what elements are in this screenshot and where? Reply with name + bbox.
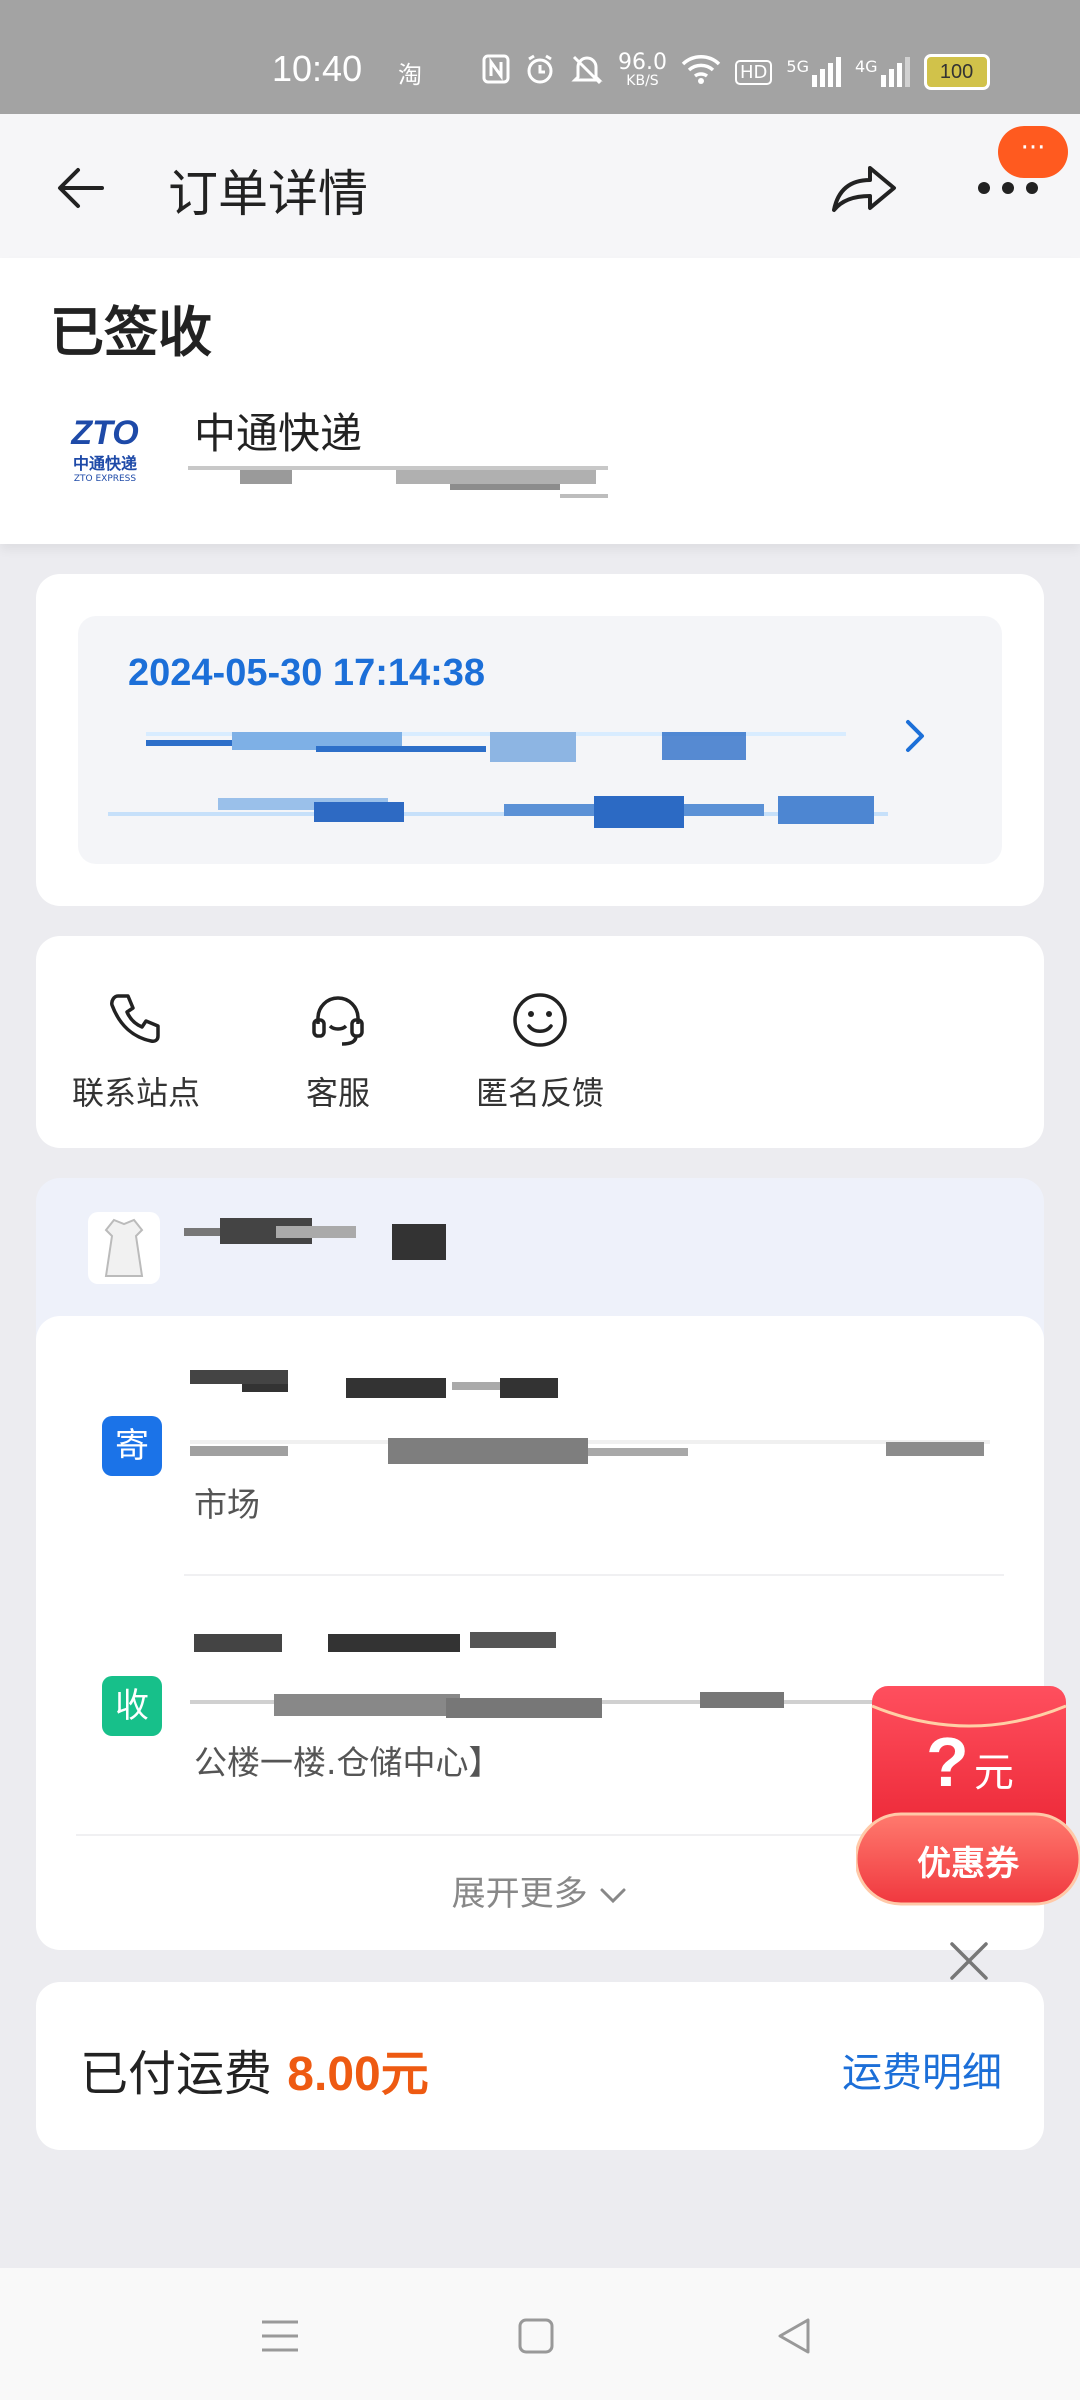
network-speed: 96.0 KB/S	[618, 50, 667, 90]
headset-icon	[312, 996, 364, 1046]
smiley-icon	[513, 993, 567, 1047]
receiver-tag: 收	[102, 1676, 162, 1736]
shipping-fee: 已付运费 8.00元	[80, 2034, 429, 2104]
delivery-status: 已签收	[50, 301, 212, 364]
chevron-down-icon	[600, 1888, 626, 1903]
sender-tag: 寄	[102, 1416, 162, 1476]
shipping-fee-amount: 8.00元	[287, 2048, 429, 2101]
phone-icon	[110, 994, 160, 1043]
customer-service-button[interactable]: 客服	[248, 990, 428, 1114]
status-bar: 10:40 淘 96.0 KB/S HD 5G 4G 100	[0, 0, 1080, 114]
share-button[interactable]	[828, 154, 900, 218]
tracking-time: 2024-05-30 17:14:38	[128, 652, 486, 694]
taobao-icon: 淘	[398, 60, 422, 89]
menu-nav-button[interactable]	[258, 2314, 302, 2358]
sender-address-tail: 市场	[194, 1485, 260, 1524]
close-icon	[950, 1942, 988, 1980]
home-nav-button[interactable]	[514, 2314, 558, 2358]
product-thumbnail	[88, 1212, 160, 1284]
carrier-logo: ZTO 中通快递 ZTO EXPRESS	[71, 414, 139, 484]
tracking-latest[interactable]: 2024-05-30 17:14:38	[78, 616, 1002, 864]
battery-icon: 100	[923, 54, 990, 90]
receiver-address-tail: 公楼一楼.仓储中心】	[194, 1743, 502, 1782]
signal-4g-icon: 4G	[855, 57, 910, 87]
fee-detail-link[interactable]: 运费明细	[842, 2040, 1002, 2098]
message-badge[interactable]: ···	[998, 126, 1068, 178]
signal-5g-icon: 5G	[786, 57, 841, 87]
status-time: 10:40	[272, 48, 363, 89]
status-icons: 淘 96.0 KB/S HD 5G 4G 100	[398, 50, 990, 94]
coupon-amount: ? 元	[926, 1723, 1014, 1801]
more-dots-icon	[978, 182, 1038, 194]
menu-icon	[262, 2320, 298, 2352]
hd-icon: HD	[734, 59, 773, 85]
nfc-icon	[482, 54, 510, 91]
alarm-icon	[524, 53, 556, 92]
tracking-detail-arrow-icon[interactable]	[898, 716, 932, 756]
coupon-close-button[interactable]	[946, 1938, 992, 1984]
system-nav-bar	[0, 2268, 1080, 2400]
back-button[interactable]	[52, 158, 112, 218]
contact-station-button[interactable]: 联系站点	[46, 990, 226, 1114]
mute-icon	[570, 53, 604, 92]
shipment-status-card: 已签收 ZTO 中通快递 ZTO EXPRESS 中通快递	[0, 258, 1080, 544]
shipping-fee-card: 已付运费 8.00元 运费明细	[36, 1982, 1044, 2150]
share-icon	[832, 166, 896, 212]
coupon-widget[interactable]: ? 元 优惠券	[856, 1686, 1080, 1906]
coupon-label: 优惠券	[917, 1844, 1019, 1884]
tracking-card[interactable]: 2024-05-30 17:14:38	[36, 574, 1044, 906]
back-arrow-icon	[58, 168, 104, 208]
more-button[interactable]	[976, 178, 1040, 198]
back-triangle-icon	[778, 2318, 810, 2354]
address-divider	[184, 1574, 1004, 1576]
back-nav-button[interactable]	[772, 2314, 816, 2358]
page-title: 订单详情	[168, 165, 368, 223]
anonymous-feedback-button[interactable]: 匿名反馈	[450, 990, 630, 1114]
home-square-icon	[518, 2318, 554, 2354]
carrier-name: 中通快递	[194, 409, 363, 458]
actions-card: 联系站点 客服 匿名反馈	[36, 936, 1044, 1148]
wifi-icon	[681, 54, 721, 91]
shipping-fee-label: 已付运费	[80, 2046, 273, 2102]
app-header: 订单详情	[0, 114, 1080, 258]
